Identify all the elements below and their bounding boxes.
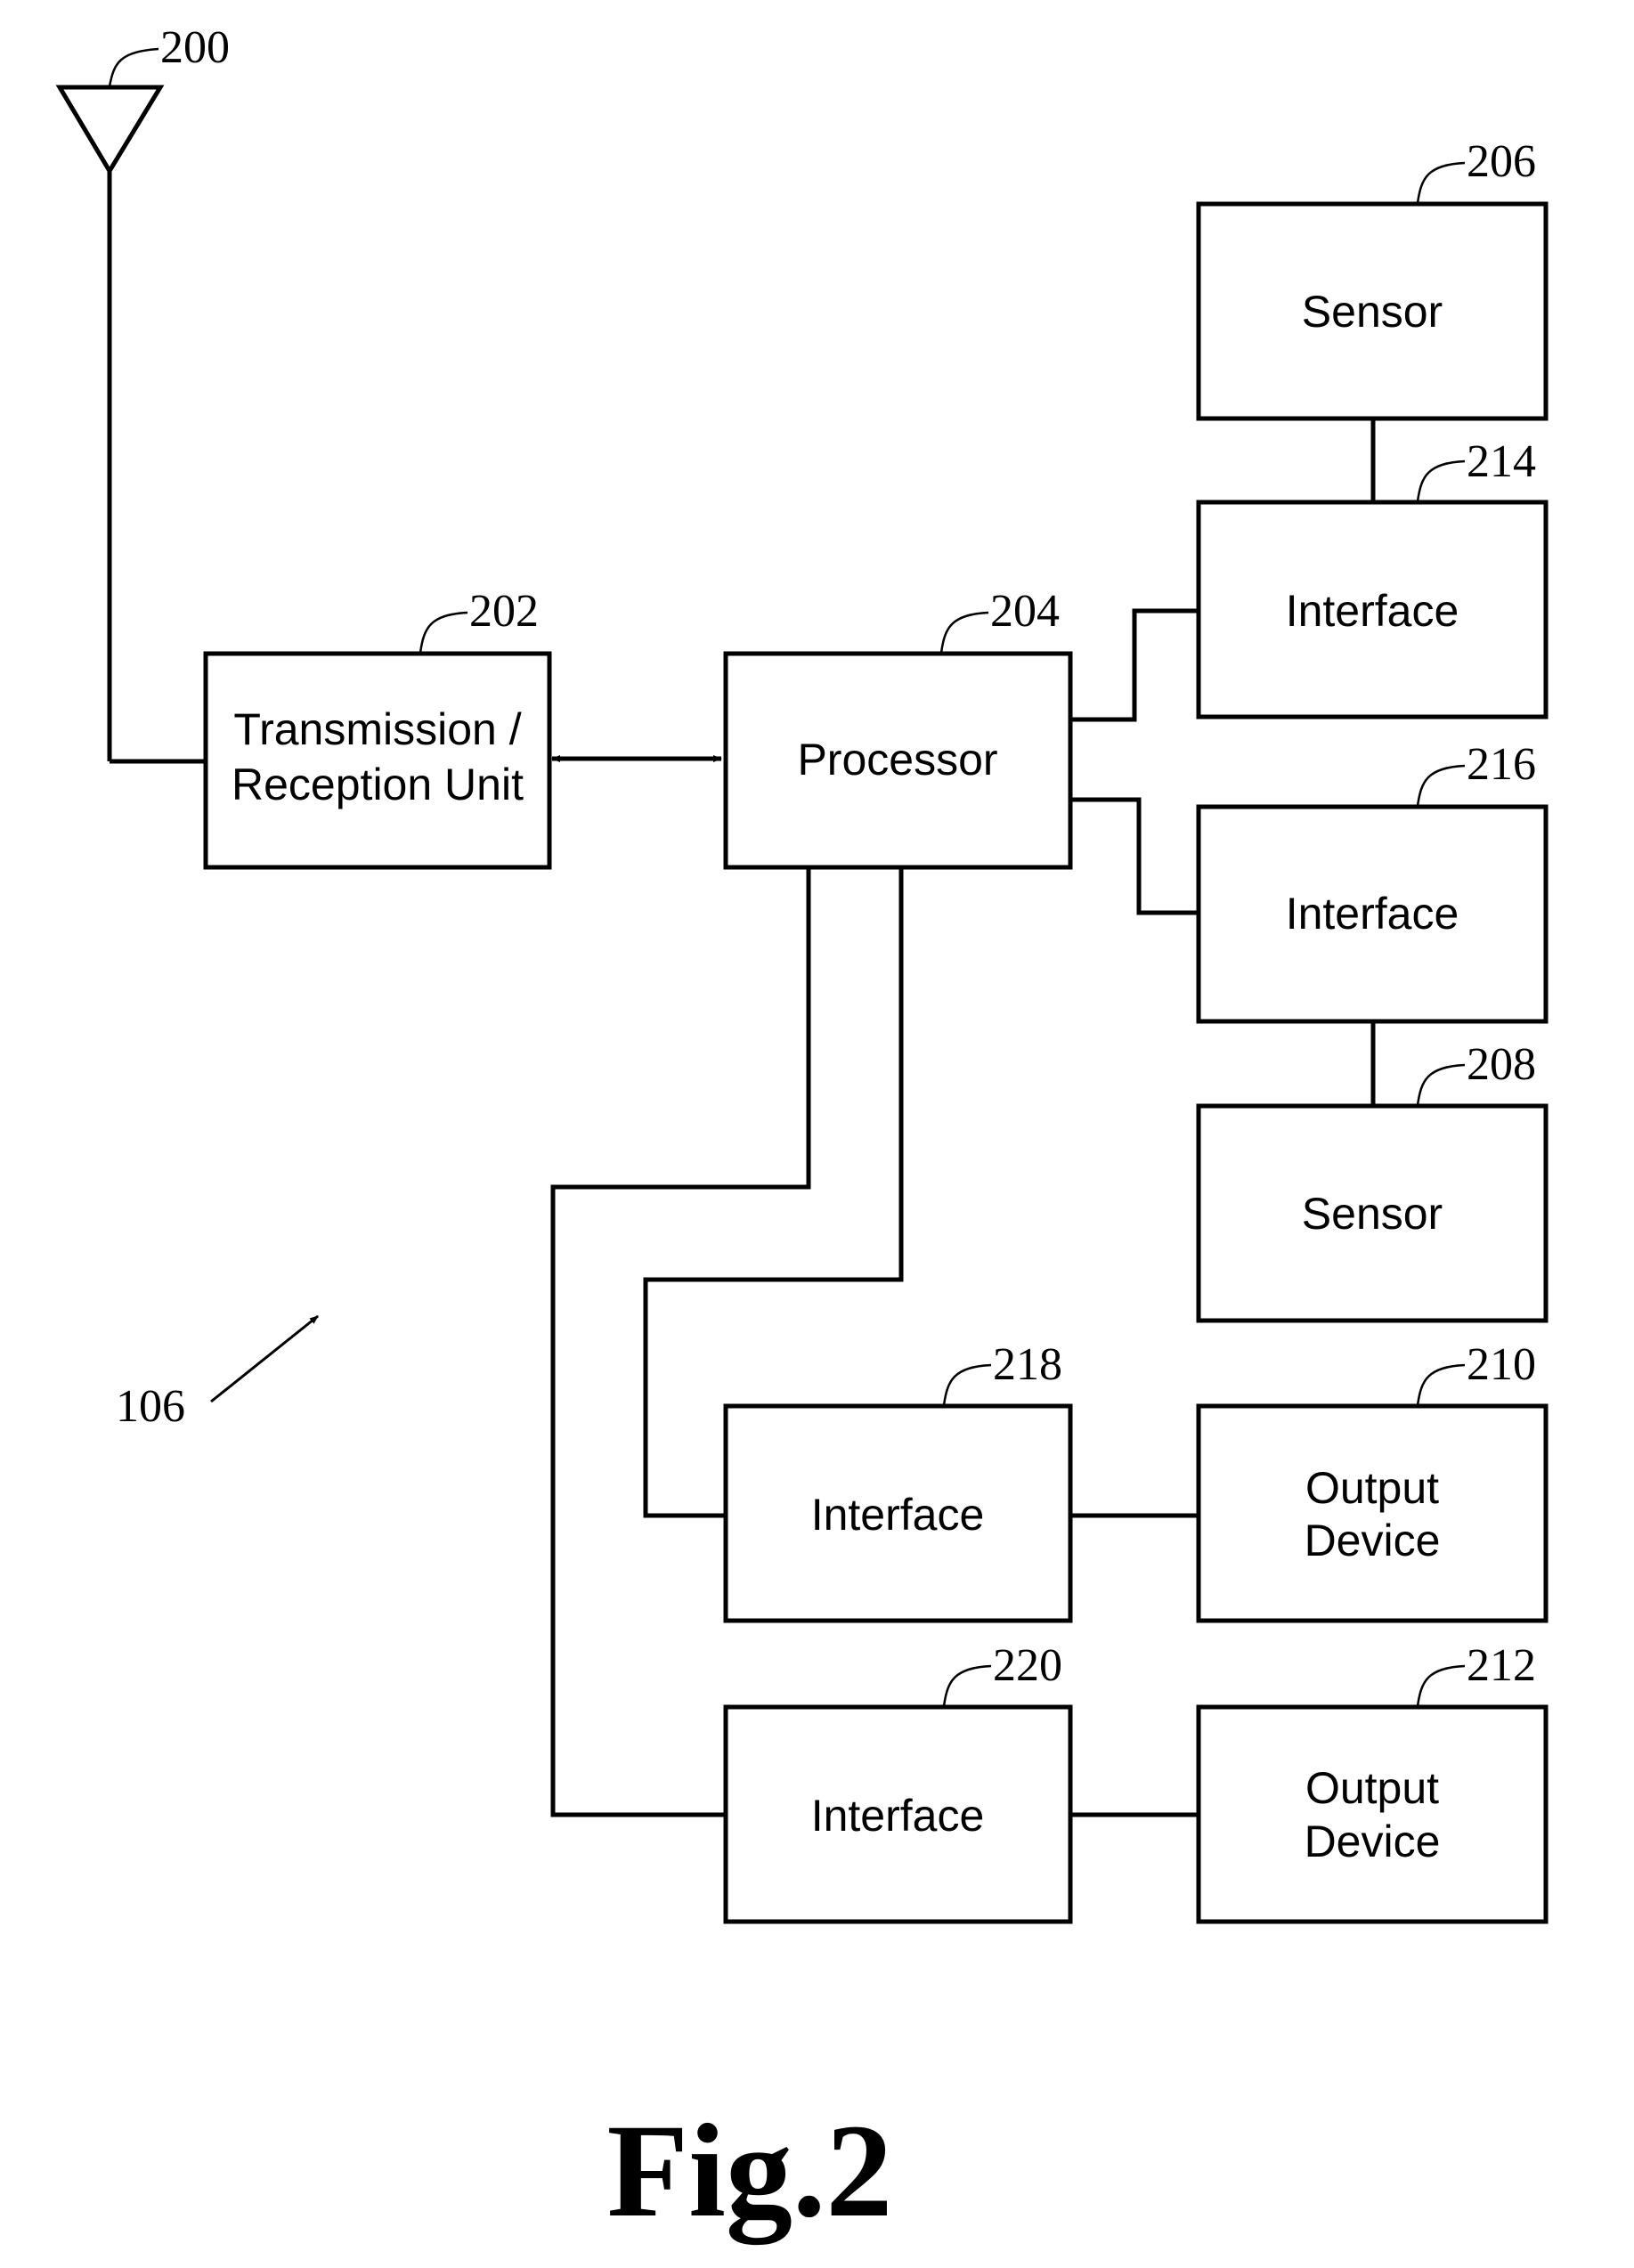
output-210-label-line2: Device — [1305, 1516, 1441, 1565]
leader-202 — [419, 611, 468, 654]
processor-label: Processor — [797, 735, 997, 784]
leader-216 — [1416, 764, 1466, 807]
leader-208 — [1416, 1063, 1466, 1106]
processor-block: Processor — [723, 651, 1073, 870]
leader-218 — [942, 1363, 992, 1406]
interface-216-block: Interface — [1196, 804, 1549, 1024]
leader-212 — [1416, 1664, 1466, 1707]
output-device-212-block: Output Device — [1196, 1704, 1549, 1924]
interface-220-block: Interface — [723, 1704, 1073, 1924]
wire-204-220 — [550, 867, 811, 1817]
interface-220-label: Interface — [811, 1791, 985, 1841]
leader-214 — [1416, 459, 1466, 502]
sensor-206-block: Sensor — [1196, 201, 1549, 421]
ref-106-arrow — [210, 1314, 319, 1403]
ref-200: 200 — [160, 22, 230, 73]
transmission-reception-unit-block: Transmission / Reception Unit — [203, 651, 552, 870]
ref-214: 214 — [1467, 436, 1536, 487]
wire-204-216 — [1070, 797, 1199, 915]
figure-caption: Fig.2 — [607, 2097, 893, 2245]
ref-220: 220 — [993, 1640, 1062, 1691]
ref-210: 210 — [1467, 1339, 1536, 1390]
ref-202: 202 — [469, 586, 539, 637]
interface-218-block: Interface — [723, 1403, 1073, 1623]
output-210-label-line1: Output — [1305, 1463, 1439, 1513]
trx-label-line2: Reception Unit — [232, 760, 524, 809]
ref-204: 204 — [990, 586, 1060, 637]
interface-218-label: Interface — [811, 1490, 985, 1540]
ref-208: 208 — [1467, 1039, 1536, 1090]
leader-206 — [1416, 161, 1466, 204]
interface-216-label: Interface — [1286, 889, 1459, 939]
output-device-210-block: Output Device — [1196, 1403, 1549, 1623]
leader-204 — [939, 611, 989, 654]
leader-210 — [1416, 1363, 1466, 1406]
sensor-208-block: Sensor — [1196, 1103, 1549, 1323]
ref-218: 218 — [993, 1339, 1062, 1390]
output-212-label-line1: Output — [1305, 1763, 1439, 1813]
leader-200 — [108, 47, 159, 87]
ref-206: 206 — [1467, 136, 1536, 187]
ref-216: 216 — [1467, 739, 1536, 790]
ref-106: 106 — [116, 1381, 185, 1432]
leader-220 — [942, 1664, 992, 1707]
wire-204-214 — [1070, 608, 1199, 722]
sensor-206-label: Sensor — [1302, 287, 1443, 337]
output-212-label-line2: Device — [1305, 1817, 1441, 1866]
ref-212: 212 — [1467, 1640, 1536, 1691]
trx-label-line1: Transmission / — [233, 704, 521, 754]
interface-214-block: Interface — [1196, 500, 1549, 719]
block-diagram: 200 Transmission / Reception Unit 202 Pr… — [55, 22, 1549, 2245]
interface-214-label: Interface — [1286, 586, 1459, 636]
antenna-icon — [55, 85, 206, 764]
sensor-208-label: Sensor — [1302, 1189, 1443, 1239]
